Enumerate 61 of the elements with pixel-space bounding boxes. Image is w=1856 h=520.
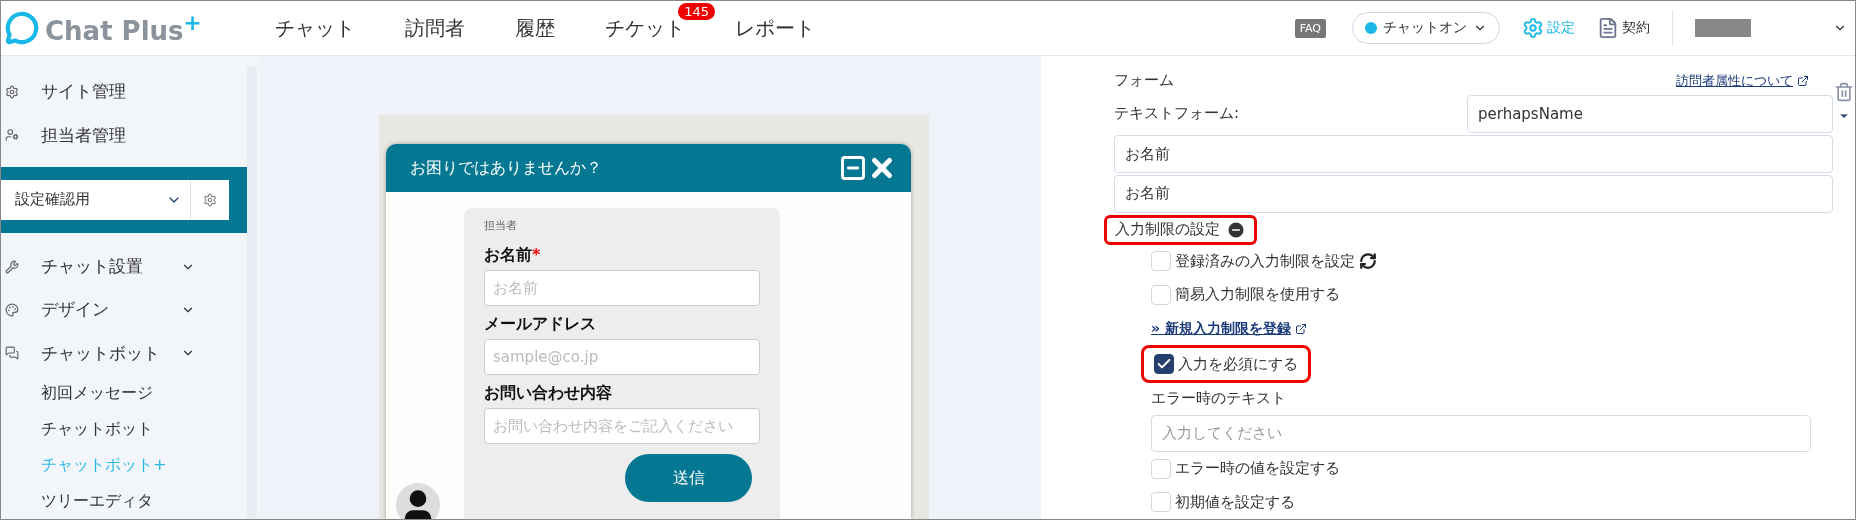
checkbox-option[interactable]: 簡易入力制限を使用する <box>1151 278 1340 312</box>
site-select[interactable]: 設定確認用 <box>1 179 191 220</box>
chat-status-dropdown[interactable]: チャットオン <box>1352 12 1500 44</box>
collapse-icon[interactable] <box>1226 219 1246 240</box>
sidebar-item[interactable]: チャット設置 <box>1 244 247 289</box>
scrollbar[interactable] <box>247 66 257 519</box>
input-field[interactable]: sample@co.jp <box>484 339 760 375</box>
input-field[interactable]: お名前 <box>1114 174 1833 213</box>
register-link[interactable]: » 新規入力制限を登録 <box>1151 311 1833 346</box>
field-label: メールアドレス <box>484 314 597 335</box>
sidebar-subitem[interactable]: 初回メッセージ <box>41 375 153 411</box>
avatar-icon <box>396 483 440 519</box>
widget-title: お困りではありませんか？ <box>410 157 603 179</box>
variable-input[interactable]: perhapsName <box>1467 94 1833 133</box>
contract-link[interactable]: 契約 <box>1597 17 1650 39</box>
logo: Chat Plus$^{+}$ <box>45 10 202 46</box>
sidebar-item[interactable]: 担当者管理 <box>1 113 247 157</box>
chat-bubbles-icon <box>5 346 19 361</box>
palette-icon <box>5 302 19 317</box>
settings-button[interactable] <box>191 179 229 220</box>
faq-button[interactable]: FAQ <box>1294 18 1326 38</box>
document-icon <box>1597 17 1619 39</box>
field-label: お問い合わせ内容 <box>484 383 613 404</box>
count-badge: 145 <box>678 2 715 20</box>
input-field[interactable]: お問い合わせ内容をご記入ください <box>484 408 760 444</box>
refresh-icon[interactable] <box>1359 252 1377 271</box>
gear-icon <box>1522 17 1544 39</box>
field-label: テキストフォーム: <box>1114 104 1240 123</box>
field-label: お名前* <box>484 245 542 266</box>
wrench-icon <box>5 259 19 274</box>
section-title: フォーム <box>1114 71 1174 91</box>
checkbox-option[interactable]: エラー時の値を設定する <box>1151 451 1340 486</box>
checkbox-option[interactable]: 初期値を設定する <box>1151 485 1295 519</box>
sidebar-item[interactable]: デザイン <box>1 288 247 332</box>
external-link-icon <box>1294 322 1307 335</box>
input-field[interactable]: お名前 <box>1114 135 1833 173</box>
sidebar-subitem[interactable]: ツリーエディタ <box>41 483 153 519</box>
redacted-block <box>1695 19 1751 37</box>
sidebar-item[interactable]: チャットボット <box>1 331 247 375</box>
nav-link[interactable]: レポート <box>735 14 815 42</box>
field-label: エラー時のテキスト <box>1151 388 1287 410</box>
nav-link[interactable]: 履歴 <box>515 14 555 42</box>
error-text-input[interactable]: 入力してください <box>1151 414 1811 452</box>
agent-label: 担当者 <box>484 218 518 233</box>
external-link-icon <box>1797 74 1809 87</box>
minimize-icon[interactable] <box>839 154 867 182</box>
gear-icon <box>5 84 19 99</box>
required-checkbox[interactable]: 入力を必須にする <box>1141 345 1311 384</box>
help-link[interactable]: 訪問者属性について <box>1676 71 1809 90</box>
restriction-heading[interactable]: 入力制限の設定 <box>1104 214 1257 245</box>
user-gear-icon <box>5 128 19 143</box>
sidebar-subitem[interactable]: チャットボット <box>41 411 153 447</box>
checkbox-option[interactable]: 登録済みの入力制限を設定 <box>1151 244 1377 279</box>
logo-icon <box>5 11 39 45</box>
nav-link[interactable]: 訪問者 <box>405 14 465 42</box>
nav-link[interactable]: チャット <box>275 14 355 42</box>
submit-button[interactable]: 送信 <box>625 454 752 502</box>
gear-icon <box>203 192 217 207</box>
sidebar-item[interactable]: サイト管理 <box>1 70 247 114</box>
delete-icon[interactable] <box>1834 82 1854 102</box>
input-field[interactable]: お名前 <box>484 270 760 306</box>
